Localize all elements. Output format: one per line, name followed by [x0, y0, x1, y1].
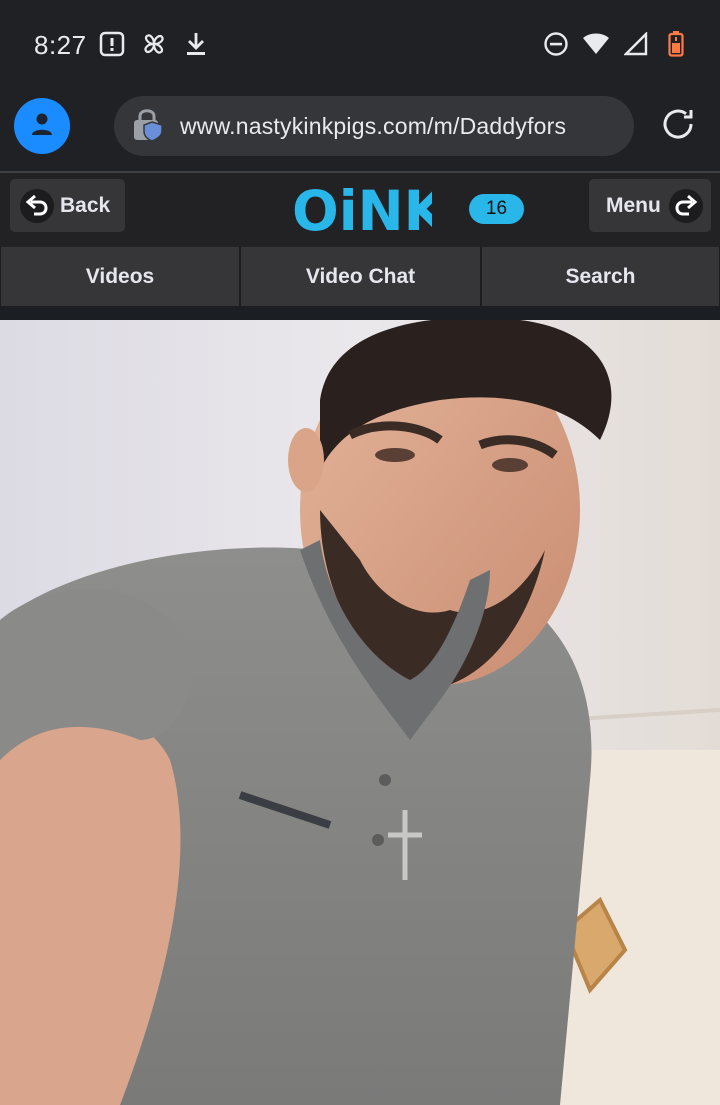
content-gap [0, 306, 720, 320]
url-text: www.nastykinkpigs.com/m/Daddyfors [180, 112, 567, 139]
tab-search[interactable]: Search [481, 247, 720, 306]
notification-badge[interactable]: 16 [469, 194, 524, 224]
reload-icon [660, 106, 696, 147]
menu-button[interactable]: Menu [589, 179, 711, 232]
battery-low-icon [662, 30, 690, 58]
undo-arrow-icon [20, 188, 54, 223]
browser-toolbar: www.nastykinkpigs.com/m/Daddyfors [0, 90, 720, 172]
do-not-disturb-icon [542, 30, 570, 58]
profile-button[interactable] [14, 98, 70, 154]
person-icon [30, 111, 54, 142]
status-time: 8:27 [34, 30, 87, 60]
menu-label: Menu [606, 193, 661, 217]
signal-icon [622, 30, 650, 58]
video-frame [0, 320, 720, 1105]
site-logo[interactable]: OiNK [292, 179, 449, 243]
alert-box-icon [98, 30, 126, 58]
download-icon [182, 30, 210, 58]
video-player[interactable] [0, 320, 720, 1105]
nav-tabs: Videos Video Chat Search [0, 247, 720, 306]
reload-button[interactable] [656, 104, 700, 148]
tab-video-chat[interactable]: Video Chat [240, 247, 481, 306]
tab-videos[interactable]: Videos [0, 247, 240, 306]
address-bar[interactable]: www.nastykinkpigs.com/m/Daddyfors [114, 96, 634, 156]
back-label: Back [60, 193, 111, 217]
logo-text: OiNK [292, 179, 432, 237]
shield-lock-icon[interactable] [132, 106, 164, 147]
redo-arrow-icon [668, 188, 703, 223]
site-header: Back OiNK 16 Menu [0, 173, 720, 247]
status-bar: 8:27 [0, 0, 720, 90]
pinwheel-icon [140, 30, 168, 58]
system-icons [542, 30, 690, 58]
wifi-icon [582, 30, 610, 58]
notification-icons [98, 30, 210, 58]
back-button[interactable]: Back [10, 179, 125, 232]
